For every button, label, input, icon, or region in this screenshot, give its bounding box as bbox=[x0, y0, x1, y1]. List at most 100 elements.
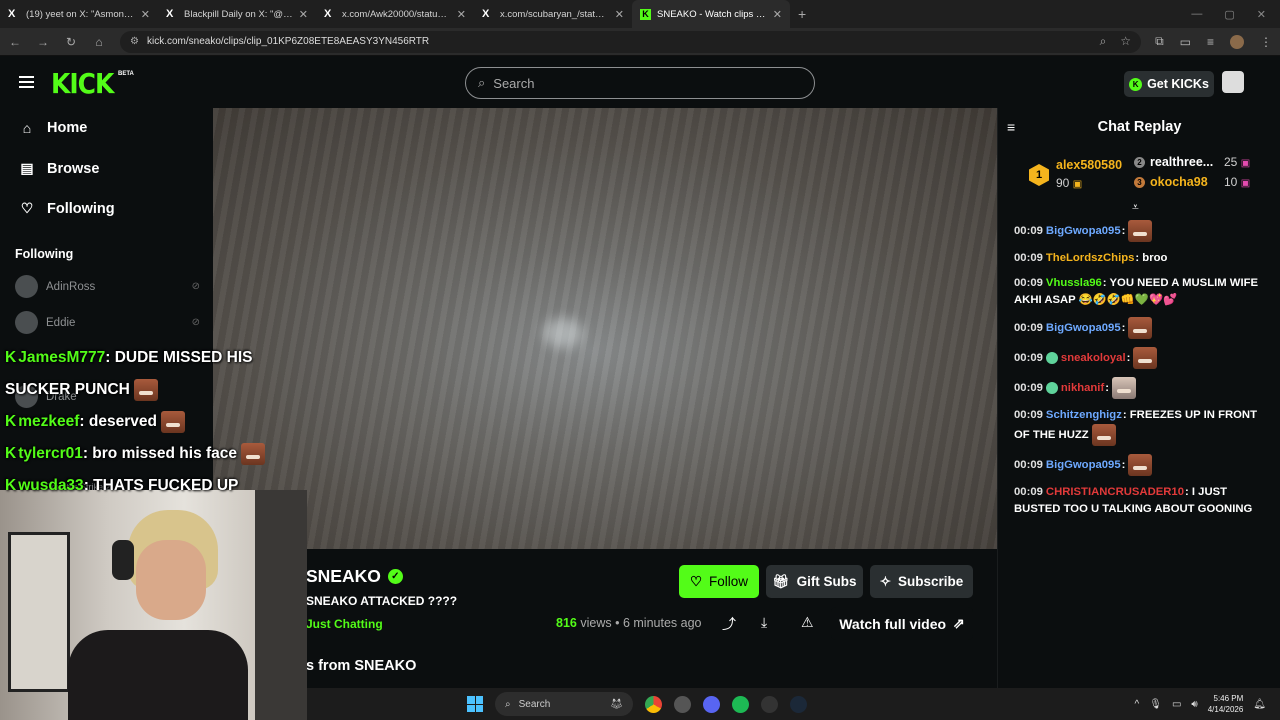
minimize-icon[interactable]: — bbox=[1191, 8, 1202, 21]
sidebar-item-following[interactable]: ♡ Following bbox=[19, 200, 115, 217]
extensions-icon[interactable]: ⧉ bbox=[1155, 34, 1164, 49]
url-field[interactable]: ⚙ kick.com/sneako/clips/clip_01KP6Z08ETE… bbox=[120, 30, 1142, 53]
chat-messages: 00:09 BigGwopa095: 00:09 TheLordszChips: br… bbox=[1014, 220, 1268, 526]
message-username[interactable]: sneakoloyal bbox=[1061, 352, 1126, 364]
spotify-icon[interactable] bbox=[732, 695, 749, 713]
overlay-username: tylercr01 bbox=[18, 445, 83, 462]
webcam-overlay bbox=[0, 490, 307, 720]
chat-panel: ≡ Chat Replay 1 alex580580 90 ▣ 2 realth… bbox=[997, 108, 1280, 720]
x-favicon-icon: X bbox=[324, 8, 332, 20]
sidebar-item-label: Home bbox=[47, 120, 88, 136]
tab-title: x.com/Awk20000/status/2043 bbox=[342, 8, 451, 20]
browser-tab[interactable]: X Blackpill Daily on X: "@omoele ✕ bbox=[158, 0, 316, 28]
kicks-coin-icon: K bbox=[1129, 77, 1143, 91]
reload-icon[interactable]: ↻ bbox=[64, 35, 78, 49]
back-icon[interactable]: ← bbox=[8, 35, 22, 49]
gift-subs-button[interactable]: 🎁︎ Gift Subs bbox=[766, 565, 863, 598]
network-icon[interactable]: ▭ bbox=[1172, 699, 1181, 710]
new-tab-icon[interactable]: + bbox=[798, 6, 806, 22]
app-icon[interactable] bbox=[761, 695, 778, 713]
sidebar-item-label: Following bbox=[47, 200, 115, 217]
search-input[interactable]: ⌕ Search bbox=[465, 67, 815, 99]
overlay-chat-line: Ktylercr01: bro missed his face bbox=[5, 438, 305, 470]
follow-button[interactable]: ♡ Follow bbox=[679, 565, 759, 598]
username-separator: : bbox=[1105, 381, 1109, 394]
clip-video-player[interactable] bbox=[213, 108, 997, 549]
browser-tab[interactable]: Xx.com/scubaryan_/status/2044 ✕ bbox=[474, 0, 632, 28]
message-username[interactable]: nikhanif bbox=[1061, 382, 1104, 394]
download-icon[interactable]: ⤓ bbox=[761, 614, 767, 631]
rank-3-badge: 3 bbox=[1134, 176, 1145, 188]
streamer-name[interactable]: SNEAKO ✓ bbox=[306, 566, 403, 587]
cast-icon[interactable]: ▭ bbox=[1180, 35, 1191, 49]
close-tab-icon[interactable]: ✕ bbox=[299, 8, 308, 21]
overlay-chat: K JamesM777: DUDE MISSED HIS SUCKER PUNCH… bbox=[5, 342, 305, 502]
message-username[interactable]: Vhussla96 bbox=[1046, 277, 1102, 289]
hamburger-menu-icon[interactable] bbox=[19, 76, 34, 88]
discord-icon[interactable] bbox=[703, 695, 720, 713]
points-value: 10 bbox=[1224, 175, 1238, 189]
leader-3[interactable]: 3 okocha98 bbox=[1134, 175, 1208, 189]
leader-2[interactable]: 2 realthree... bbox=[1134, 155, 1213, 169]
windows-start-icon[interactable] bbox=[467, 696, 483, 712]
search-icon: ⌕ bbox=[478, 75, 486, 90]
site-info-icon[interactable]: ⚙ bbox=[130, 36, 139, 47]
sidebar-channel[interactable]: Eddie ⊘ bbox=[15, 311, 200, 334]
chat-message: 00:09 TheLordszChips: broo bbox=[1014, 250, 1268, 267]
report-icon[interactable]: ⚠ bbox=[801, 614, 814, 631]
watch-full-video-button[interactable]: Watch full video ⇗ bbox=[831, 607, 973, 640]
notification-icon[interactable]: 🔔︎ bbox=[1253, 699, 1266, 710]
message-username[interactable]: Schitzenghigz bbox=[1046, 409, 1122, 421]
kick-logo[interactable]: KICK bbox=[51, 68, 114, 100]
steam-icon[interactable] bbox=[790, 695, 807, 713]
bookmark-star-icon[interactable]: ☆ bbox=[1120, 34, 1131, 49]
sidebar-channel[interactable]: AdinRoss ⊘ bbox=[15, 275, 200, 298]
leader-1-name[interactable]: alex580580 bbox=[1056, 158, 1122, 172]
home-browser-icon[interactable]: ⌂ bbox=[92, 35, 106, 49]
message-username[interactable]: TheLordszChips bbox=[1046, 252, 1135, 264]
menu-lines-icon[interactable]: ≡ bbox=[1207, 35, 1214, 49]
chrome-icon[interactable] bbox=[645, 695, 662, 713]
chat-message: 00:09 CHRISTIANCRUSADER10: I JUST BUSTED … bbox=[1014, 484, 1268, 518]
browser-address-bar: ← → ↻ ⌂ ⚙ kick.com/sneako/clips/clip_01K… bbox=[0, 28, 1280, 56]
user-badge-icon bbox=[1045, 382, 1058, 394]
profile-avatar[interactable] bbox=[1230, 34, 1244, 49]
share-icon[interactable]: ⤴ bbox=[722, 614, 736, 634]
message-username[interactable]: BigGwopa095 bbox=[1046, 322, 1121, 334]
get-kicks-label: Get KICKs bbox=[1147, 77, 1209, 91]
clock[interactable]: 5:46 PM 4/14/2026 bbox=[1208, 693, 1244, 715]
microphone-icon[interactable]: 🎙︎ bbox=[1149, 699, 1162, 710]
close-tab-icon[interactable]: ✕ bbox=[773, 8, 782, 21]
forward-icon[interactable]: → bbox=[36, 35, 50, 49]
browser-menu-icon[interactable]: ⋮ bbox=[1260, 35, 1272, 49]
browser-tab[interactable]: X (19) yeet on X: "Asmongold say ✕ bbox=[0, 0, 158, 28]
message-username[interactable]: CHRISTIANCRUSADER10 bbox=[1046, 486, 1184, 498]
tab-title: x.com/scubaryan_/status/2044 bbox=[500, 8, 609, 20]
category-link[interactable]: Just Chatting bbox=[306, 617, 383, 631]
close-tab-icon[interactable]: ✕ bbox=[457, 8, 466, 21]
zoom-icon[interactable]: ⌕ bbox=[1100, 34, 1107, 49]
avatar bbox=[15, 275, 38, 298]
clip-title: SNEAKO ATTACKED ???? bbox=[306, 594, 458, 608]
close-tab-icon[interactable]: ✕ bbox=[141, 8, 150, 21]
sidebar-item-home[interactable]: ⌂ Home bbox=[19, 120, 88, 136]
close-window-icon[interactable]: ✕ bbox=[1257, 8, 1266, 21]
taskbar-search[interactable]: ⌕ Search 🦊︎ bbox=[495, 692, 633, 716]
settings-app-icon[interactable] bbox=[674, 695, 691, 713]
user-avatar[interactable] bbox=[1222, 71, 1244, 93]
get-kicks-button[interactable]: K Get KICKs bbox=[1124, 71, 1214, 97]
browser-tab[interactable]: K SNEAKO - Watch clips on K ✕ bbox=[632, 0, 790, 28]
tray-chevron-icon[interactable]: ^ bbox=[1135, 699, 1140, 710]
subscribe-button[interactable]: ✧ Subscribe bbox=[870, 565, 973, 598]
browser-tab[interactable]: Xx.com/Awk20000/status/2043 ✕ bbox=[316, 0, 474, 28]
message-username[interactable]: BigGwopa095 bbox=[1046, 459, 1121, 471]
maximize-icon[interactable]: ▢ bbox=[1224, 8, 1234, 21]
volume-icon[interactable]: 🔊︎ bbox=[1191, 699, 1197, 710]
clip-views: 816 views • 6 minutes ago bbox=[556, 616, 702, 630]
sidebar-item-browse[interactable]: ▤ Browse bbox=[19, 160, 99, 177]
close-tab-icon[interactable]: ✕ bbox=[615, 8, 624, 21]
message-time: 00:09 bbox=[1014, 458, 1043, 471]
message-username[interactable]: BigGwopa095 bbox=[1046, 225, 1121, 237]
leaderboard-toggle-icon[interactable]: ⩡ bbox=[1132, 200, 1139, 215]
username-separator: : bbox=[1126, 351, 1131, 364]
